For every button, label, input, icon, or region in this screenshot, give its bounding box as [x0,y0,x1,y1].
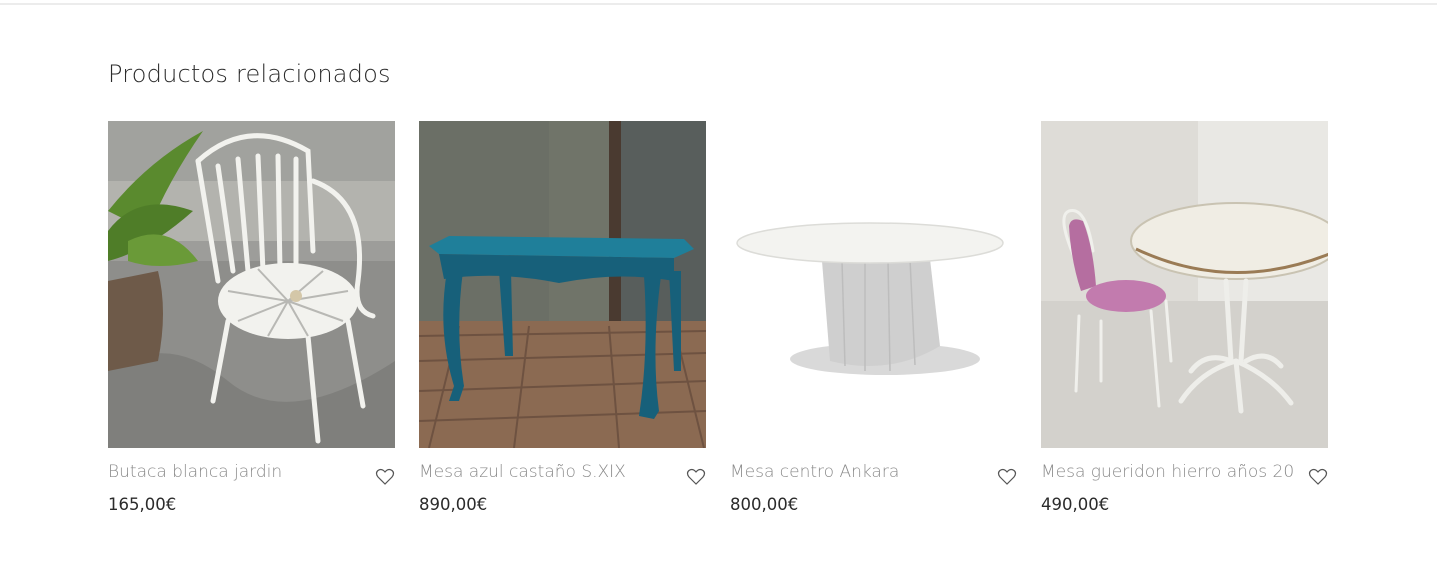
product-info: Butaca blanca jardin 165,00€ [108,448,395,528]
top-divider [0,3,1437,5]
related-products-grid: Butaca blanca jardin 165,00€ Mesa azul c… [108,121,1328,528]
product-info: Mesa azul castaño S.XIX 890,00€ [419,448,706,528]
product-name[interactable]: Butaca blanca jardin [108,462,282,482]
white-oval-coffee-table-photo [730,121,1017,448]
section-title: Productos relacionados [108,60,391,88]
product-image-link[interactable] [730,121,1017,448]
product-card: Butaca blanca jardin 165,00€ [108,121,395,528]
white-garden-chair-photo [108,121,395,448]
heart-outline-icon[interactable] [375,467,395,487]
product-info: Mesa centro Ankara 800,00€ [730,448,1017,528]
product-card: Mesa centro Ankara 800,00€ [730,121,1017,528]
product-name[interactable]: Mesa gueridon hierro años 20 [1041,462,1294,482]
product-price: 890,00€ [419,495,488,514]
product-name[interactable]: Mesa azul castaño S.XIX [419,462,626,482]
product-price: 800,00€ [730,495,799,514]
product-name[interactable]: Mesa centro Ankara [730,462,899,482]
product-info: Mesa gueridon hierro años 20 490,00€ [1041,448,1328,528]
product-card: Mesa azul castaño S.XIX 890,00€ [419,121,706,528]
product-price: 490,00€ [1041,495,1110,514]
product-price: 165,00€ [108,495,177,514]
heart-outline-icon[interactable] [1308,467,1328,487]
product-card: Mesa gueridon hierro años 20 490,00€ [1041,121,1328,528]
product-image-link[interactable] [1041,121,1328,448]
iron-gueridon-table-photo [1041,121,1328,448]
heart-outline-icon[interactable] [686,467,706,487]
blue-chestnut-table-photo [419,121,706,448]
heart-outline-icon[interactable] [997,467,1017,487]
product-image-link[interactable] [419,121,706,448]
product-image-link[interactable] [108,121,395,448]
